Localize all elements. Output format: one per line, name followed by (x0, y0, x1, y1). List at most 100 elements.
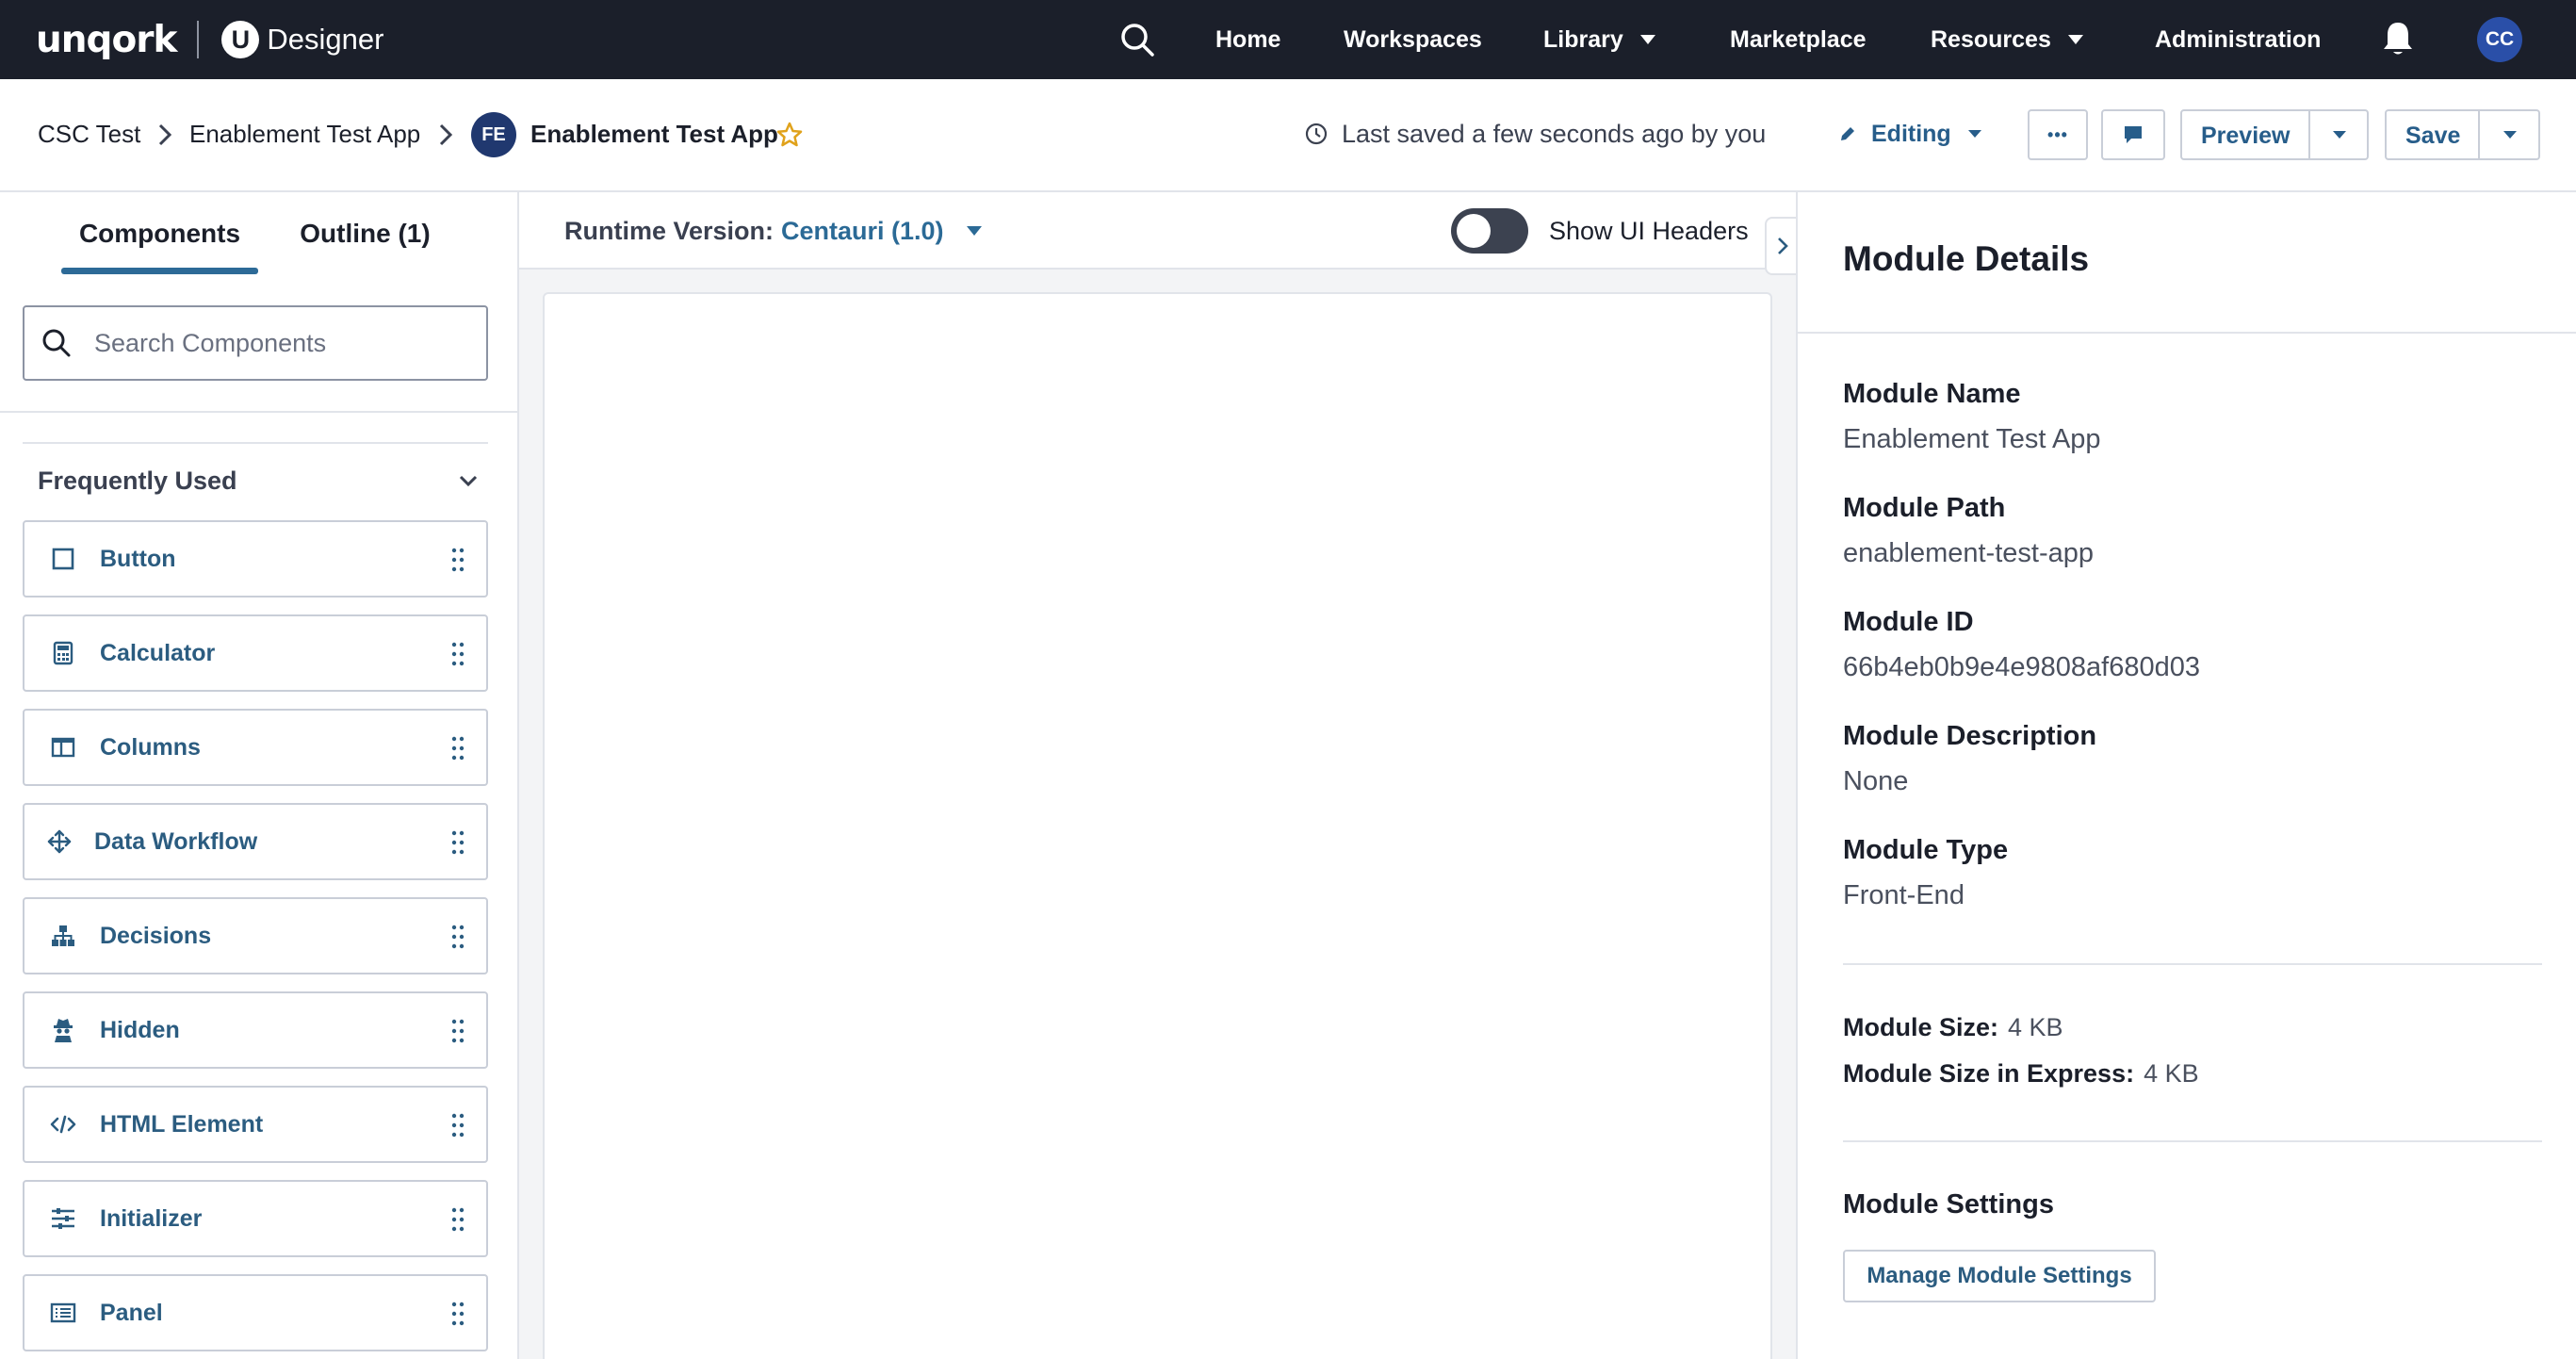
calculator-icon (49, 639, 77, 667)
component-item-html-element[interactable]: HTML Element (23, 1086, 488, 1163)
nav-library[interactable]: Library (1543, 0, 1655, 79)
component-item-panel[interactable]: Panel (23, 1274, 488, 1351)
panel-title: Module Details (1843, 239, 2090, 278)
module-express-size-label: Module Size in Express: (1843, 1059, 2135, 1088)
show-ui-headers-toggle[interactable] (1451, 208, 1528, 254)
clock-icon (1305, 123, 1328, 145)
top-navigation: unqork U Designer Home Workspaces Librar… (0, 0, 2576, 79)
component-item-data-workflow[interactable]: Data Workflow (23, 803, 488, 880)
divider (1843, 1140, 2542, 1142)
component-item-initializer[interactable]: Initializer (23, 1180, 488, 1257)
component-label: Calculator (100, 639, 216, 666)
nav-administration[interactable]: Administration (2155, 0, 2321, 79)
divider (1843, 963, 2542, 965)
divider (1798, 332, 2576, 334)
breadcrumb-workspace[interactable]: CSC Test (38, 79, 140, 188)
chevron-right-icon (158, 123, 172, 146)
caret-down-icon (2333, 131, 2346, 139)
preview-button[interactable]: Preview (2201, 123, 2291, 150)
active-tab-indicator (61, 268, 258, 274)
drag-handle-icon[interactable] (450, 924, 465, 950)
component-label: Columns (100, 733, 201, 761)
code-icon (49, 1110, 77, 1138)
component-label: Data Workflow (94, 827, 258, 855)
component-label: Decisions (100, 922, 212, 949)
module-id-value: 66b4eb0b9e4e9808af680d03 (1843, 652, 2201, 682)
nav-home[interactable]: Home (1215, 0, 1280, 79)
module-description-label: Module Description (1843, 721, 2097, 751)
caret-down-icon (1967, 130, 1981, 138)
tab-components[interactable]: Components (61, 192, 258, 275)
nav-marketplace[interactable]: Marketplace (1730, 0, 1867, 79)
module-express-size-row: Module Size in Express: 4 KB (1843, 1059, 2199, 1089)
nav-workspaces[interactable]: Workspaces (1344, 0, 1482, 79)
component-item-hidden[interactable]: Hidden (23, 991, 488, 1069)
drag-handle-icon[interactable] (450, 735, 465, 761)
preview-menu-button[interactable] (2310, 111, 2369, 158)
drag-handle-icon[interactable] (450, 1301, 465, 1327)
component-search-box (23, 305, 488, 381)
component-item-calculator[interactable]: Calculator (23, 614, 488, 692)
search-input[interactable] (94, 328, 452, 358)
component-label: Hidden (100, 1016, 180, 1043)
module-size-label: Module Size: (1843, 1013, 1999, 1041)
manage-module-settings-button[interactable]: Manage Module Settings (1843, 1250, 2156, 1302)
tab-outline[interactable]: Outline (1) (283, 192, 448, 275)
ellipsis-icon: ••• (2047, 124, 2068, 144)
components-panel: Components Outline (1) Frequently Used B… (0, 192, 519, 1359)
drag-handle-icon[interactable] (450, 641, 465, 667)
drag-handle-icon[interactable] (450, 829, 465, 856)
runtime-version-dropdown[interactable]: Centauri (1.0) (781, 192, 982, 270)
nav-resources[interactable]: Resources (1931, 0, 2083, 79)
preview-split-button: Preview (2180, 109, 2369, 160)
component-item-button[interactable]: Button (23, 520, 488, 598)
component-label: Initializer (100, 1204, 203, 1232)
drag-handle-icon[interactable] (450, 1206, 465, 1233)
runtime-version-value: Centauri (1.0) (781, 216, 944, 245)
spy-icon (49, 1016, 77, 1044)
designer-logo-icon: U (221, 21, 260, 58)
module-path-value: enablement-test-app (1843, 538, 2094, 568)
module-canvas[interactable] (543, 292, 1772, 1359)
canvas-toolbar: Runtime Version: Centauri (1.0) Show UI … (519, 192, 1796, 270)
section-title: Frequently Used (38, 466, 237, 495)
module-express-size-value: 4 KB (2144, 1059, 2199, 1088)
component-item-decisions[interactable]: Decisions (23, 897, 488, 974)
module-path-label: Module Path (1843, 493, 2006, 523)
more-options-button[interactable]: ••• (2028, 109, 2088, 160)
collapse-details-button[interactable] (1765, 217, 1799, 275)
unqork-wordmark: unqork (36, 18, 177, 61)
module-name-label: Module Name (1843, 379, 2021, 409)
favorite-star-icon[interactable] (775, 121, 804, 149)
frequently-used-header[interactable]: Frequently Used (38, 454, 481, 507)
notification-bell-icon[interactable] (2378, 19, 2418, 58)
chevron-right-icon (1778, 237, 1788, 254)
comment-icon (2125, 126, 2142, 143)
save-menu-button[interactable] (2480, 111, 2540, 158)
drag-handle-icon[interactable] (450, 1018, 465, 1044)
show-ui-headers-label: Show UI Headers (1549, 216, 1749, 245)
hierarchy-icon (49, 922, 77, 950)
chevron-down-icon (459, 475, 478, 487)
global-search-icon[interactable] (1118, 21, 1156, 58)
save-button[interactable]: Save (2405, 123, 2460, 150)
drag-handle-icon[interactable] (450, 1112, 465, 1138)
component-label: Button (100, 545, 176, 572)
breadcrumb-application[interactable]: Enablement Test App (189, 79, 420, 188)
component-label: Panel (100, 1299, 163, 1326)
toggle-knob (1457, 214, 1491, 248)
caret-down-icon (966, 226, 982, 236)
module-size-value: 4 KB (2008, 1013, 2063, 1041)
brand-logo[interactable]: unqork U Designer (36, 13, 383, 66)
search-icon (42, 329, 71, 357)
comments-button[interactable] (2101, 109, 2165, 160)
sliders-icon (49, 1204, 77, 1233)
save-split-button: Save (2385, 109, 2540, 160)
module-header-bar: CSC Test Enablement Test App FE Enableme… (0, 79, 2576, 192)
module-description-value: None (1843, 766, 1909, 796)
user-avatar[interactable]: CC (2477, 17, 2522, 62)
component-item-columns[interactable]: Columns (23, 709, 488, 786)
drag-handle-icon[interactable] (450, 547, 465, 573)
mode-dropdown[interactable]: Editing (1837, 79, 1981, 188)
module-id-label: Module ID (1843, 607, 1974, 637)
